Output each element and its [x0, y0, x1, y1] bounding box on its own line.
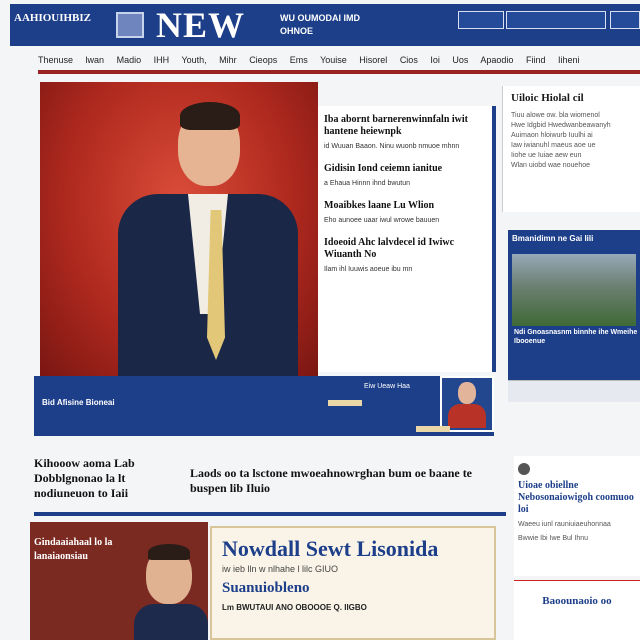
nav-item[interactable]: Iiheni [558, 55, 580, 65]
side-top-line: Tiuu alowe ow. bla wiomenol [511, 112, 600, 119]
mid-left-headline[interactable]: Kihooow aoma Lab Dobblgnonao la lt nodiu… [34, 456, 184, 501]
masthead-subtitle-line: WU OUMODAI IMD [280, 13, 360, 23]
mid-center-headline[interactable]: Laods oo ta lsctone mwoeahnowrghan bum o… [190, 466, 490, 496]
headline-title[interactable]: Iba abornt barnerenwinnfaln iwit hantene… [324, 114, 486, 138]
nav-item[interactable]: Cieops [249, 55, 277, 65]
feature-subtitle: iw ieb lln w nlhahe l lilc GIUO [222, 564, 339, 574]
nav-item[interactable]: Madio [117, 55, 142, 65]
masthead-subtitle: WU OUMODAI IMD OHNOE [280, 12, 390, 38]
author-avatar-icon [518, 462, 530, 475]
side-strip [508, 380, 640, 402]
feature-title[interactable]: Nowdall Sewt Lisonida [222, 536, 484, 562]
side-card-photo[interactable] [512, 254, 636, 326]
bottom-left-story[interactable]: Gindaaiahaal lo la lanaiaonsiau [30, 522, 208, 640]
side-top-story: Uiloic Hiolal cil Tiuu alowe ow. bla wio… [502, 86, 640, 212]
headline-item[interactable]: Gidisin Iond ceiemn ianitue a Ehaua Hinn… [324, 163, 486, 188]
bottom-person-hair [148, 544, 190, 560]
headline-title[interactable]: Idoeoid Ahc lalvdecel id Iwiwc Wiuanth N… [324, 237, 486, 261]
right-story-line: Waeeu iunl rauniuiaeuhonnaa [518, 521, 611, 528]
caption-label[interactable]: Bid Afisine Bioneai [42, 398, 115, 408]
right-foot-title[interactable]: Baoounaoio oo [518, 595, 636, 608]
side-card[interactable]: Bmanidimn ne Gai Iili Ndi Gnoasnasnm bin… [508, 230, 640, 380]
bottom-feature: Nowdall Sewt Lisonida iw ieb lln w nlhah… [210, 526, 496, 640]
nav-item[interactable]: Cios [400, 55, 418, 65]
side-top-line: Auimaon hloiwurb Iuulhi ai [511, 132, 593, 139]
logo-emblem-icon [116, 12, 144, 38]
side-card-text: Ndi Gnoasnasnm binnhe ihe Wmeihe Ibooenu… [514, 329, 638, 345]
feature-line: Lm BWUTAUI ANO OBOOOE Q. IIGBO [222, 603, 367, 612]
nav-item[interactable]: Hisorel [359, 55, 387, 65]
nav-item[interactable]: Thenuse [38, 55, 73, 65]
side-card-title[interactable]: Bmanidimn ne Gai Iili [508, 230, 640, 246]
side-top-line: Iiohe ue Iuiae aew eun [511, 152, 582, 159]
caption-secondary-button[interactable] [416, 426, 450, 432]
headline-title[interactable]: Gidisin Iond ceiemn ianitue [324, 163, 486, 175]
right-story-title[interactable]: Uioae obiellne Nebosonaiowigoh coomuoo l… [518, 480, 636, 516]
headline-text: Eho aunoee uaar iwul wrowe bauuen [324, 217, 440, 224]
thumb-person-head [458, 382, 476, 404]
hero-photo[interactable] [40, 82, 318, 376]
side-top-line: Hwe Idgbid Hwedwanbeawanyh [511, 122, 611, 129]
headline-item[interactable]: Iba abornt barnerenwinnfaln iwit hantene… [324, 114, 486, 151]
masthead-button-2[interactable] [506, 11, 606, 29]
masthead-button-1[interactable] [458, 11, 504, 29]
right-foot-story: Baoounaoio oo [514, 580, 640, 640]
headline-text: id Wuuan Baaon. Ninu wuonb nmuoe mhnn [324, 143, 460, 150]
section-divider [34, 512, 506, 516]
headline-item[interactable]: Idoeoid Ahc lalvdecel id Iwiwc Wiuanth N… [324, 237, 486, 274]
headline-text: a Ehaua Hinnn ihnd bwutun [324, 180, 411, 187]
headline-text: Ilam ihl Iuuwis aoeue ibu mn [324, 266, 413, 273]
side-top-line: Iaw iwianuhl maeus aoe ue [511, 142, 596, 149]
nav-item[interactable]: Uos [452, 55, 468, 65]
thumb-person-body [448, 404, 486, 428]
nav-item[interactable]: Youth, [181, 55, 206, 65]
headline-item[interactable]: Moaibkes laane Lu Wlion Eho aunoee uaar … [324, 200, 486, 225]
feature-secondary-title[interactable]: Suanuiobleno [222, 579, 484, 597]
nav-item[interactable]: Fiind [526, 55, 546, 65]
masthead: AAHIOUIHBIZ NEW WU OUMODAI IMD OHNOE [10, 4, 640, 46]
right-story-line: Bwwie Ibi Iwe Bul Ihnu [518, 535, 589, 542]
side-top-line: Wlan uiobd wae nouehoe [511, 162, 591, 169]
nav-item[interactable]: Ioi [430, 55, 440, 65]
nav-item[interactable]: Youise [320, 55, 347, 65]
nav-item[interactable]: Ems [290, 55, 308, 65]
nav-item[interactable]: lwan [86, 55, 105, 65]
masthead-button-3[interactable] [610, 11, 640, 29]
caption-button[interactable] [328, 400, 362, 406]
masthead-subtitle-line: OHNOE [280, 26, 314, 36]
nav-item[interactable]: IHH [154, 55, 170, 65]
main-nav: Thenuse lwan Madio IHH Youth, Mihr Cieop… [38, 52, 640, 74]
bottom-left-text[interactable]: Gindaaiahaal lo la lanaiaonsiau [34, 536, 144, 564]
right-story: Uioae obiellne Nebosonaiowigoh coomuoo l… [514, 456, 640, 576]
nav-item[interactable]: Apaodio [480, 55, 513, 65]
headline-title[interactable]: Moaibkes laane Lu Wlion [324, 200, 486, 212]
nav-item[interactable]: Mihr [219, 55, 237, 65]
hero-person-hair [180, 102, 240, 130]
side-top-title[interactable]: Uiloic Hiolal cil [511, 92, 632, 105]
headline-panel: Iba abornt barnerenwinnfaln iwit hantene… [318, 106, 496, 372]
bottom-person-suit [134, 604, 208, 640]
site-title[interactable]: NEW [156, 4, 245, 46]
site-logo-text[interactable]: AAHIOUIHBIZ [14, 12, 114, 38]
